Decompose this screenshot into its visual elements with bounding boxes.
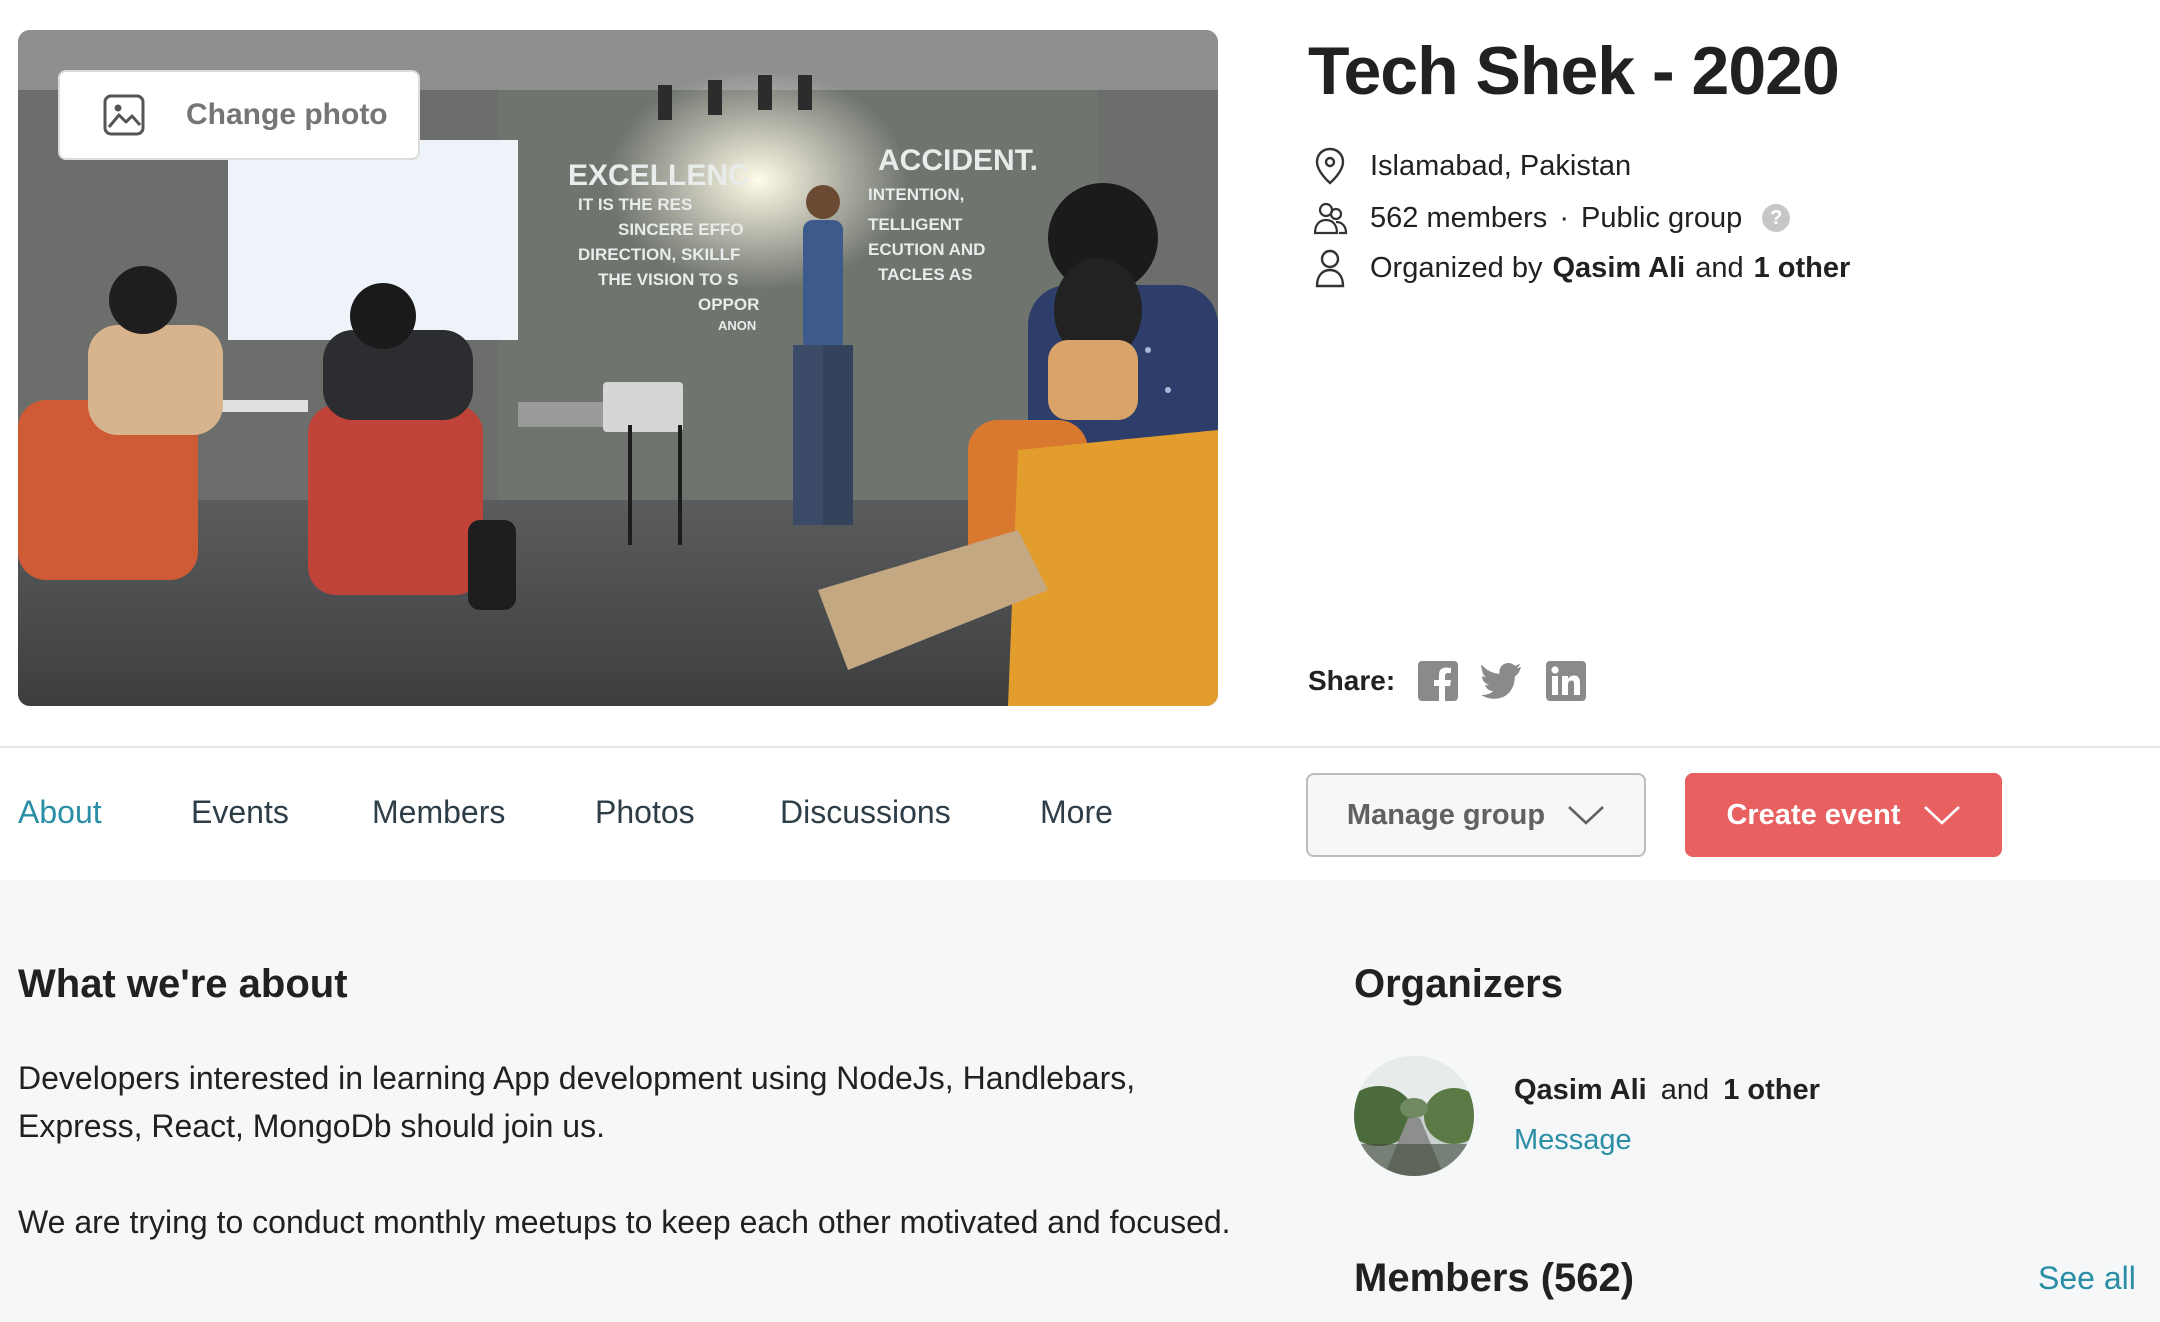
- share-label: Share:: [1308, 665, 1396, 696]
- group-header: EXCELLENC ACCIDENT. IT IS THE RES INTENT…: [0, 0, 2160, 746]
- create-event-button[interactable]: Create event: [1685, 773, 2002, 857]
- group-cover-photo: EXCELLENC ACCIDENT. IT IS THE RES INTENT…: [18, 30, 1218, 706]
- svg-text:ANON: ANON: [718, 318, 756, 333]
- tab-members[interactable]: Members: [372, 794, 505, 831]
- svg-text:OPPOR: OPPOR: [698, 295, 759, 314]
- svg-text:TACLES AS: TACLES AS: [878, 265, 972, 284]
- about-paragraph-2: We are trying to conduct monthly meetups…: [18, 1204, 1231, 1240]
- members-icon: [1312, 198, 1348, 238]
- twitter-icon[interactable]: [1481, 660, 1523, 702]
- svg-text:IT IS THE RES: IT IS THE RES: [578, 195, 692, 214]
- svg-text:EXCELLENC: EXCELLENC: [568, 159, 750, 192]
- svg-text:ACCIDENT.: ACCIDENT.: [878, 144, 1038, 177]
- share-row: Share:: [1308, 660, 1587, 702]
- about-paragraph-1: Developers interested in learning App de…: [18, 1060, 1136, 1144]
- group-location[interactable]: Islamabad, Pakistan: [1370, 150, 1631, 183]
- group-title: Tech Shek - 2020: [1308, 33, 1840, 109]
- organizer-others-link[interactable]: 1 other: [1754, 252, 1851, 285]
- group-privacy: Public group: [1580, 201, 1743, 234]
- organized-prefix: Organized by: [1370, 251, 1543, 284]
- tab-photos[interactable]: Photos: [595, 794, 695, 831]
- svg-text:THE VISION TO S: THE VISION TO S: [598, 270, 738, 289]
- change-photo-button[interactable]: Change photo: [58, 70, 420, 160]
- privacy-help-icon[interactable]: ?: [1762, 204, 1791, 232]
- group-location-row: Islamabad, Pakistan: [1312, 146, 1631, 186]
- about-heading: What we're about: [18, 962, 348, 1006]
- svg-text:TELLIGENT: TELLIGENT: [868, 215, 963, 234]
- image-icon: [102, 93, 146, 137]
- message-link[interactable]: Message: [1514, 1124, 1632, 1157]
- chevron-down-icon: [1567, 804, 1605, 826]
- change-photo-label: Change photo: [186, 98, 388, 131]
- tab-about[interactable]: About: [18, 794, 102, 831]
- svg-text:INTENTION,: INTENTION,: [868, 185, 964, 204]
- organizer-others[interactable]: 1 other: [1723, 1074, 1820, 1106]
- meta-separator: ·: [1559, 201, 1569, 234]
- organizer-name[interactable]: Qasim Ali: [1514, 1074, 1647, 1106]
- members-count[interactable]: 562 members: [1370, 202, 1547, 235]
- organizer-line: Qasim Ali and 1 other: [1514, 1074, 1820, 1107]
- organizer-name-link[interactable]: Qasim Ali: [1553, 252, 1686, 285]
- linkedin-icon[interactable]: [1545, 660, 1587, 702]
- svg-text:ECUTION AND: ECUTION AND: [868, 240, 985, 259]
- location-pin-icon: [1312, 146, 1348, 186]
- group-nav-tabs: About Events Members Photos Discussions …: [0, 748, 2160, 880]
- manage-group-label: Manage group: [1346, 798, 1546, 831]
- create-event-label: Create event: [1726, 798, 1901, 831]
- see-all-members-link[interactable]: See all: [2038, 1260, 2136, 1297]
- members-heading: Members (562): [1354, 1256, 1635, 1300]
- group-organizer-row: Organized by Qasim Ali and 1 other: [1312, 248, 1850, 288]
- svg-text:SINCERE EFFO: SINCERE EFFO: [618, 220, 744, 239]
- chevron-down-icon: [1923, 804, 1961, 826]
- group-members-row: 562 members · Public group ?: [1312, 198, 1791, 238]
- tab-discussions[interactable]: Discussions: [780, 794, 951, 831]
- svg-text:DIRECTION, SKILLF: DIRECTION, SKILLF: [578, 245, 740, 264]
- organized-and: and: [1695, 251, 1744, 284]
- tab-more[interactable]: More: [1040, 794, 1113, 831]
- tab-events[interactable]: Events: [191, 794, 289, 831]
- person-icon: [1312, 248, 1348, 288]
- facebook-icon[interactable]: [1417, 660, 1459, 702]
- organizer-avatar[interactable]: [1354, 1056, 1474, 1176]
- manage-group-button[interactable]: Manage group: [1306, 773, 1646, 857]
- organizer-and: and: [1660, 1074, 1710, 1106]
- organizers-heading: Organizers: [1354, 962, 1563, 1006]
